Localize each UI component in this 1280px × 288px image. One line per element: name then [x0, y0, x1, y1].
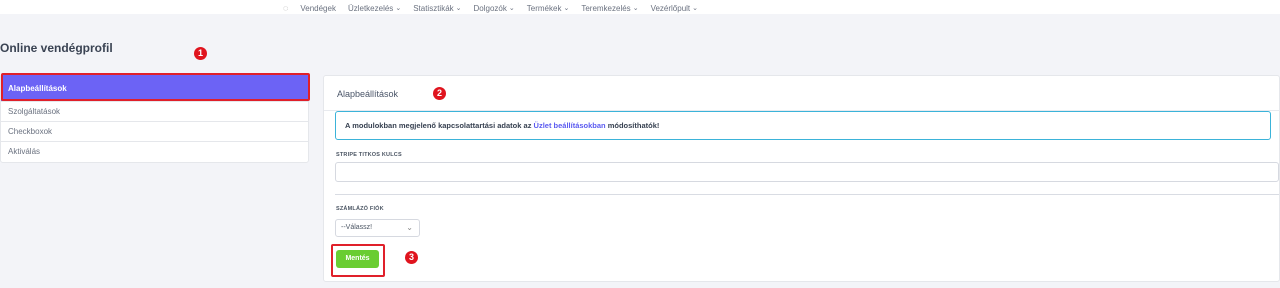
nav-item-statisztikak[interactable]: Statisztikák ⌄	[413, 4, 461, 13]
nav-item-label: Termékek	[526, 3, 562, 13]
nav-item-label: Vezérlőpult	[650, 3, 691, 13]
nav-item-dolgozok[interactable]: Dolgozók ⌄	[474, 4, 515, 13]
annotation-badge-3: 3	[405, 251, 418, 264]
settings-sidebar: Alapbeállítások Szolgáltatások Checkboxo…	[0, 74, 309, 163]
top-navigation: ◌ Vendégek Üzletkezelés ⌄ Statisztikák ⌄ D…	[0, 0, 1280, 14]
chevron-down-icon: ⌄	[508, 5, 515, 12]
spinner-icon[interactable]: ◌	[283, 3, 288, 13]
chevron-down-icon: ⌄	[395, 5, 402, 12]
nav-item-vendegek[interactable]: Vendégek	[300, 4, 336, 13]
select-value: --Válassz!	[341, 224, 373, 231]
save-button[interactable]: Mentés	[336, 250, 379, 268]
chevron-down-icon: ⌄	[632, 5, 639, 12]
sidebar-item-alapbeallitasok[interactable]: Alapbeállítások	[1, 75, 308, 102]
chevron-down-icon: ⌄	[563, 5, 570, 12]
card-title: Alapbeállítások	[337, 89, 399, 99]
nav-item-vezerlopult[interactable]: Vezérlőpult ⌄	[651, 4, 698, 13]
nav-item-label: Statisztikák	[413, 3, 454, 13]
nav-item-teremkezeles[interactable]: Teremkezelés ⌄	[581, 4, 638, 13]
sidebar-item-aktivalas[interactable]: Aktiválás	[1, 142, 308, 162]
nav-item-label: Üzletkezelés	[347, 3, 394, 13]
nav-item-uzletkezeles[interactable]: Üzletkezelés ⌄	[348, 4, 401, 13]
billing-account-select[interactable]: --Válassz! ⌄	[335, 219, 420, 237]
nav-item-termekek[interactable]: Termékek ⌄	[527, 4, 570, 13]
store-settings-link[interactable]: Üzlet beállításokban	[534, 121, 606, 130]
info-text-prefix: A modulokban megjelenő kapcsolattartási …	[345, 121, 534, 130]
chevron-down-icon: ⌄	[406, 223, 413, 232]
annotation-badge-2: 2	[433, 87, 446, 100]
billing-account-label: SZÁMLÁZÓ FIÓK	[336, 206, 384, 212]
divider	[335, 194, 1279, 195]
info-alert: A modulokban megjelenő kapcsolattartási …	[335, 111, 1271, 140]
sidebar-item-szolgaltatasok[interactable]: Szolgáltatások	[1, 102, 308, 122]
page-title: Online vendégprofil	[0, 41, 113, 55]
settings-card: Alapbeállítások A modulokban megjelenő k…	[323, 75, 1280, 282]
stripe-key-label: STRIPE TITKOS KULCS	[336, 152, 402, 158]
nav-item-label: Dolgozók	[473, 3, 507, 13]
chevron-down-icon: ⌄	[692, 5, 699, 12]
nav-item-label: Teremkezelés	[581, 3, 631, 13]
stripe-secret-key-input[interactable]	[335, 162, 1279, 182]
annotation-badge-1: 1	[194, 47, 207, 60]
nav-item-label: Vendégek	[300, 3, 336, 13]
chevron-down-icon: ⌄	[455, 5, 462, 12]
nav-menu: ◌ Vendégek Üzletkezelés ⌄ Statisztikák ⌄ D…	[283, 3, 698, 13]
info-text-suffix: módosíthatók!	[605, 121, 660, 130]
sidebar-item-checkboxok[interactable]: Checkboxok	[1, 122, 308, 142]
